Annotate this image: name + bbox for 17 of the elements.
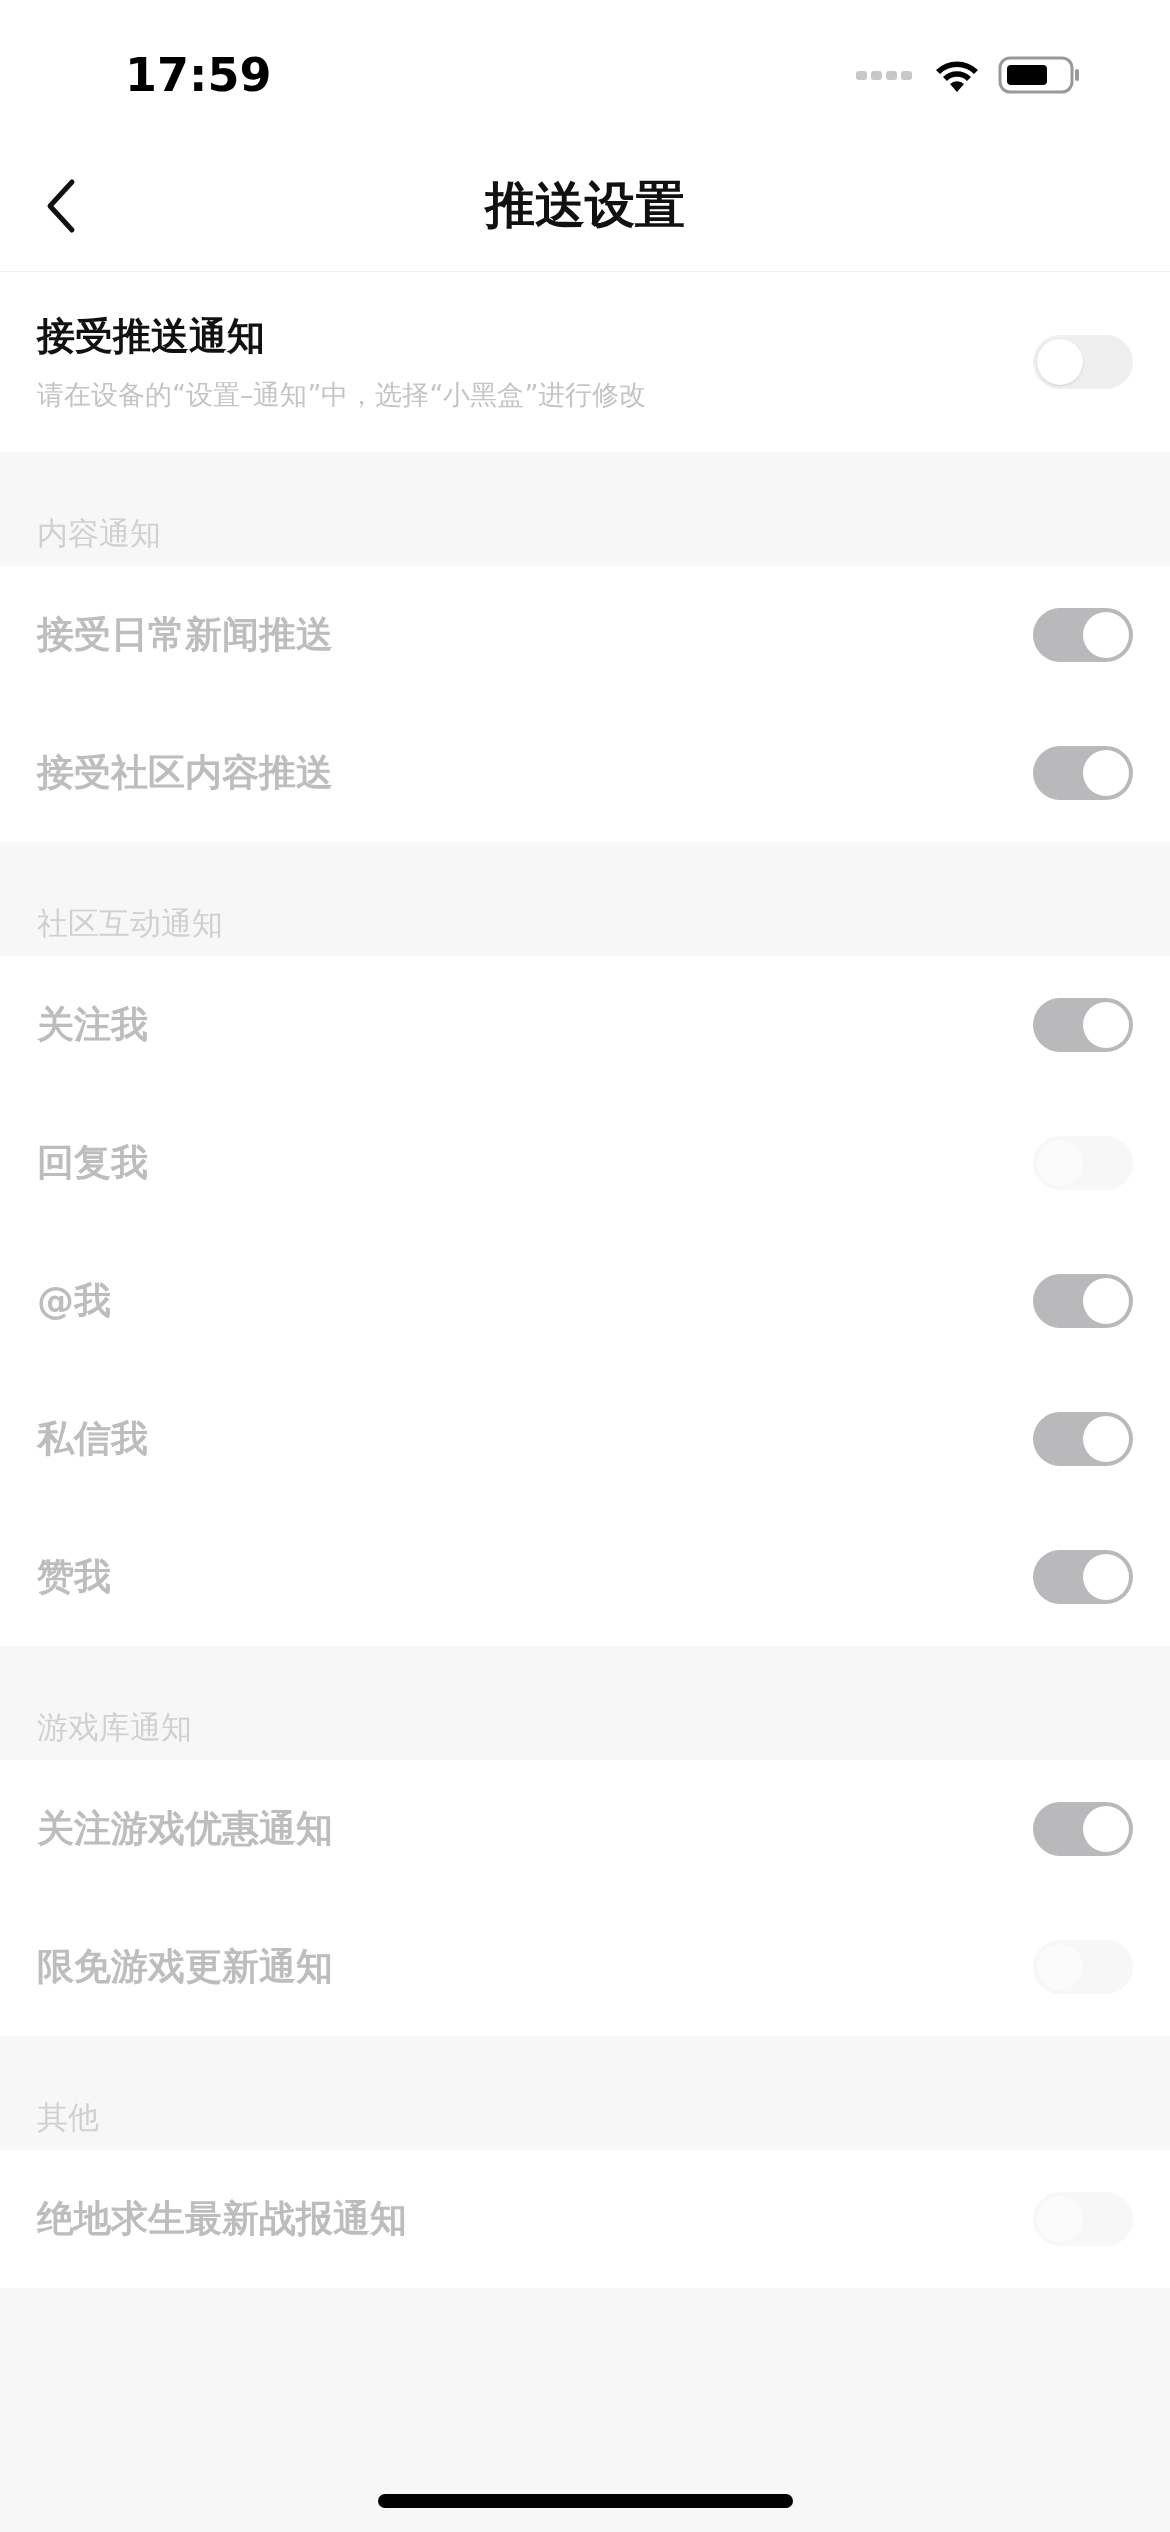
- setting-label: 绝地求生最新战报通知: [37, 2196, 407, 2243]
- wifi-icon: [934, 58, 980, 92]
- page-title: 推送设置: [485, 175, 685, 236]
- setting-label: @我: [37, 1278, 111, 1325]
- toggle-switch[interactable]: [1033, 335, 1133, 389]
- setting-label: 关注游戏优惠通知: [37, 1806, 333, 1853]
- setting-label: 关注我: [37, 1002, 148, 1049]
- setting-label: 私信我: [37, 1416, 148, 1463]
- setting-label: 赞我: [37, 1554, 111, 1601]
- battery-icon: [998, 56, 1080, 94]
- setting-label: 回复我: [37, 1140, 148, 1187]
- setting-label: 接受日常新闻推送: [37, 612, 333, 659]
- setting-label: 限免游戏更新通知: [37, 1944, 333, 1991]
- status-time: 17:59: [125, 46, 272, 104]
- setting-label: 接受社区内容推送: [37, 750, 333, 797]
- setting-label: 接受推送通知: [37, 313, 266, 361]
- setting-hint: 请在设备的“设置–通知”中，选择“小黑盒”进行修改: [37, 378, 647, 413]
